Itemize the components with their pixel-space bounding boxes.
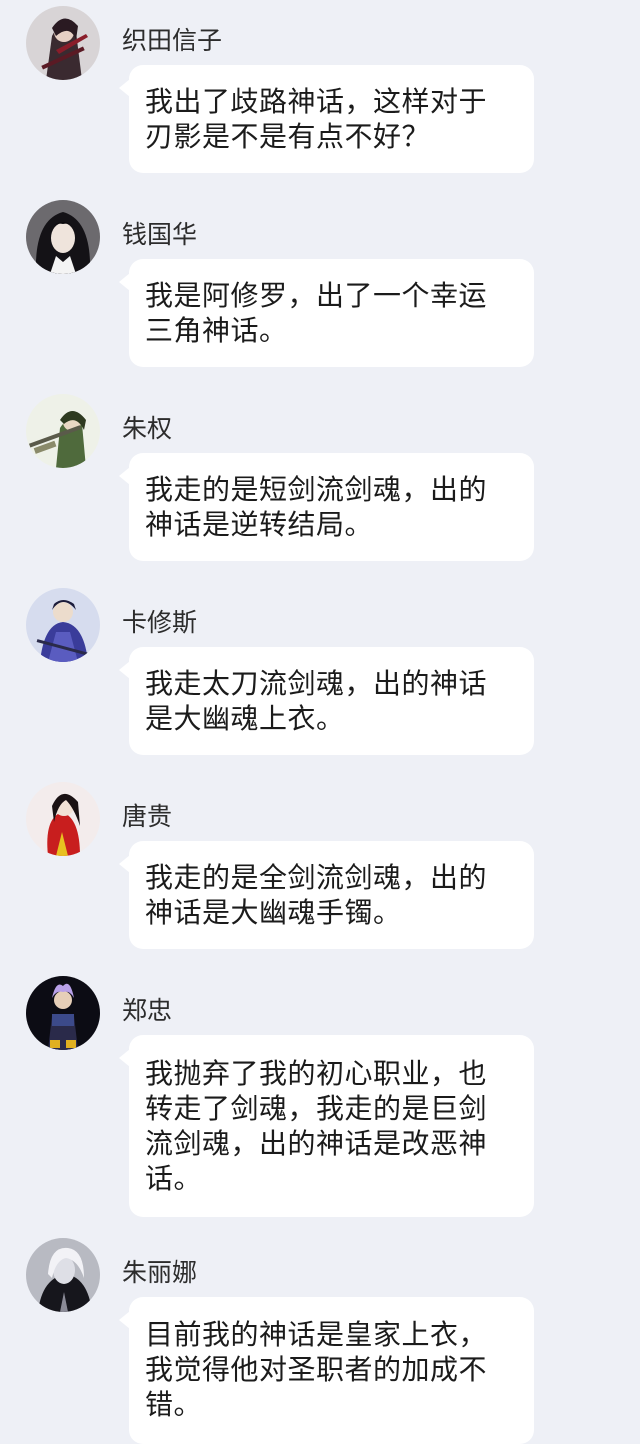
sender-name: 织田信子 xyxy=(122,26,223,55)
avatar-red-robed-lady-icon[interactable] xyxy=(26,782,100,856)
message-text-line: 刃影是不是有点不好？ xyxy=(145,120,431,153)
message-text-line: 是大幽魂上衣。 xyxy=(145,702,345,735)
message-text-line: 话。 xyxy=(145,1162,203,1195)
message-text-line: 目前我的神话是皇家上衣， xyxy=(145,1318,488,1351)
message-text-line: 流剑魂，出的神话是改恶神 xyxy=(145,1127,488,1160)
avatar-blue-robed-swordsman-icon[interactable] xyxy=(26,588,100,662)
message-bubble[interactable]: 我走太刀流剑魂，出的神话 是大幽魂上衣。 xyxy=(119,647,534,755)
avatar-dark-haired-man-icon[interactable] xyxy=(26,200,100,274)
message-text-line: 我走太刀流剑魂，出的神话 xyxy=(145,667,488,700)
message-text-line: 神话是大幽魂手镯。 xyxy=(145,896,402,929)
message-text-line: 三角神话。 xyxy=(145,314,288,347)
message-text-line: 神话是逆转结局。 xyxy=(145,508,374,541)
message-bubble[interactable]: 我走的是短剑流剑魂，出的 神话是逆转结局。 xyxy=(119,453,534,561)
message-bubble[interactable]: 我是阿修罗，出了一个幸运 三角神话。 xyxy=(119,259,534,367)
message-bubble[interactable]: 我走的是全剑流剑魂，出的 神话是大幽魂手镯。 xyxy=(119,841,534,949)
sender-name: 朱丽娜 xyxy=(122,1258,198,1287)
message-bubble[interactable]: 目前我的神话是皇家上衣， 我觉得他对圣职者的加成不 错。 xyxy=(119,1297,534,1444)
sender-name: 唐贵 xyxy=(122,802,173,831)
message-bubble[interactable]: 我抛弃了我的初心职业，也 转走了剑魂，我走的是巨剑 流剑魂，出的神话是改恶神 话… xyxy=(119,1035,534,1217)
message-text-line: 转走了剑魂，我走的是巨剑 xyxy=(145,1092,488,1125)
message-text-line: 我是阿修罗，出了一个幸运 xyxy=(145,279,488,312)
message-text-line: 我出了歧路神话，这样对于 xyxy=(145,85,488,118)
sender-name: 朱权 xyxy=(122,414,173,443)
chat-thread: 织田信子 我出了歧路神话，这样对于 刃影是不是有点不好？ 钱国华 我是阿修罗，出… xyxy=(0,0,640,1444)
avatar-green-samurai-icon[interactable] xyxy=(26,394,100,468)
sender-name: 卡修斯 xyxy=(122,608,198,637)
message-text-line: 我觉得他对圣职者的加成不 xyxy=(145,1353,488,1386)
sender-name: 钱国华 xyxy=(122,220,198,249)
avatar-white-haired-figure-icon[interactable] xyxy=(26,1238,100,1312)
message-text-line: 错。 xyxy=(145,1388,203,1421)
avatar-purple-haired-warrior-icon[interactable] xyxy=(26,976,100,1050)
message-bubble[interactable]: 我出了歧路神话，这样对于 刃影是不是有点不好？ xyxy=(119,65,534,173)
sender-name: 郑忠 xyxy=(122,996,173,1025)
avatar-dark-swordsman-icon[interactable] xyxy=(26,6,100,80)
message-text-line: 我走的是全剑流剑魂，出的 xyxy=(145,861,488,894)
message-text-line: 我抛弃了我的初心职业，也 xyxy=(145,1057,488,1090)
message-text-line: 我走的是短剑流剑魂，出的 xyxy=(145,473,488,506)
